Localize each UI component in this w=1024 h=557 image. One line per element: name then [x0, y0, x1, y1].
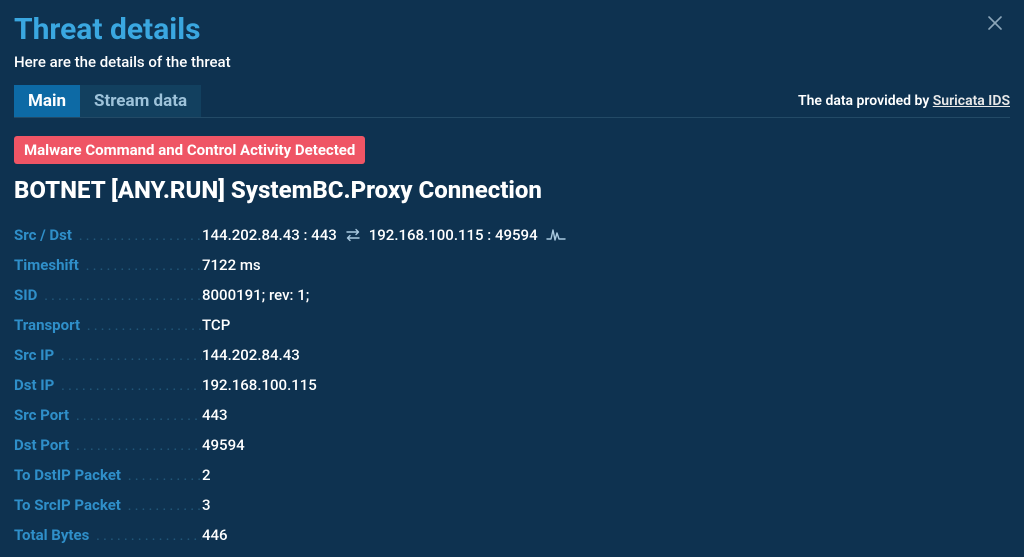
provider-prefix: The data provided by [798, 93, 933, 109]
label-timeshift: Timeshift [14, 256, 202, 274]
close-icon[interactable] [980, 12, 1010, 39]
src-endpoint: 144.202.84.43 : 443 [202, 226, 337, 244]
value-sid: 8000191; rev: 1; [202, 286, 309, 304]
row-sid: SID 8000191; rev: 1; [14, 286, 1010, 304]
value-to-srcip-packet: 3 [202, 496, 211, 514]
value-src-port: 443 [202, 406, 228, 424]
row-dst-ip: Dst IP 192.168.100.115 [14, 376, 1010, 394]
row-timeshift: Timeshift 7122 ms [14, 256, 1010, 274]
label-dst-port: Dst Port [14, 436, 202, 454]
dst-endpoint: 192.168.100.115 : 49594 [369, 226, 538, 244]
label-to-dstip-packet: To DstIP Packet [14, 466, 202, 484]
row-total-bytes: Total Bytes 446 [14, 526, 1010, 544]
row-src-port: Src Port 443 [14, 406, 1010, 424]
main-content: Malware Command and Control Activity Det… [14, 118, 1010, 544]
value-dst-ip: 192.168.100.115 [202, 376, 317, 394]
row-to-srcip-packet: To SrcIP Packet 3 [14, 496, 1010, 514]
value-timeshift: 7122 ms [202, 256, 261, 274]
suricata-link[interactable]: Suricata IDS [933, 93, 1010, 109]
malware-activity-badge: Malware Command and Control Activity Det… [14, 136, 365, 164]
data-provider-note: The data provided by Suricata IDS [798, 93, 1010, 109]
stream-wave-icon[interactable] [546, 228, 566, 242]
label-src-ip: Src IP [14, 346, 202, 364]
value-src-ip: 144.202.84.43 [202, 346, 300, 364]
tab-main[interactable]: Main [14, 85, 80, 117]
row-dst-port: Dst Port 49594 [14, 436, 1010, 454]
value-src-dst: 144.202.84.43 : 443 192.168.100.115 : 49… [202, 226, 566, 244]
tab-bar: Main Stream data [14, 85, 201, 117]
row-transport: Transport TCP [14, 316, 1010, 334]
value-to-dstip-packet: 2 [202, 466, 211, 484]
value-transport: TCP [202, 316, 230, 334]
label-transport: Transport [14, 316, 202, 334]
value-total-bytes: 446 [202, 526, 228, 544]
details-list: Src / Dst 144.202.84.43 : 443 192.168.10… [14, 226, 1010, 544]
threat-signature-name: BOTNET [ANY.RUN] SystemBC.Proxy Connecti… [14, 176, 1010, 204]
label-src-port: Src Port [14, 406, 202, 424]
row-src-dst: Src / Dst 144.202.84.43 : 443 192.168.10… [14, 226, 1010, 244]
label-to-srcip-packet: To SrcIP Packet [14, 496, 202, 514]
label-dst-ip: Dst IP [14, 376, 202, 394]
page-title: Threat details [14, 12, 201, 47]
row-to-dstip-packet: To DstIP Packet 2 [14, 466, 1010, 484]
row-src-ip: Src IP 144.202.84.43 [14, 346, 1010, 364]
swap-arrows-icon [345, 228, 361, 242]
label-src-dst: Src / Dst [14, 226, 202, 244]
tab-stream-data[interactable]: Stream data [80, 85, 201, 117]
value-dst-port: 49594 [202, 436, 245, 454]
label-total-bytes: Total Bytes [14, 526, 202, 544]
page-subtitle: Here are the details of the threat [14, 53, 1010, 71]
label-sid: SID [14, 286, 202, 304]
